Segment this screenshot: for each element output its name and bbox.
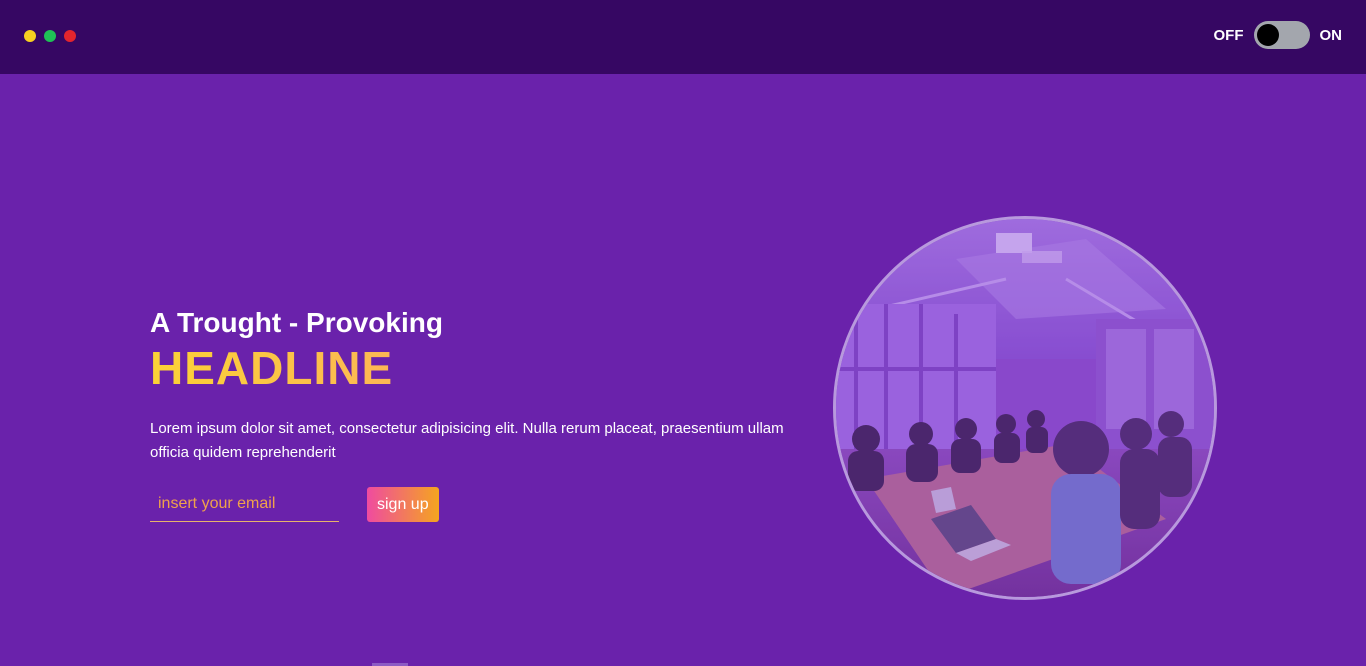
meeting-room-image [836,219,1214,597]
green-dot-icon[interactable] [44,30,56,42]
red-dot-icon[interactable] [64,30,76,42]
toggle-knob[interactable] [1256,24,1279,46]
email-input[interactable] [150,487,339,522]
top-bar: OFF ON [0,0,1366,74]
yellow-dot-icon[interactable] [24,30,36,42]
toggle-on-label: ON [1319,26,1343,44]
window-controls [24,30,76,42]
hero-content: A Trought - Provoking HEADLINE Lorem ips… [150,303,810,522]
meeting-photo [833,216,1217,600]
toggle-switch[interactable] [1253,21,1310,49]
toggle-off-label: OFF [1213,26,1244,44]
signup-form: sign up [150,487,810,522]
signup-button[interactable]: sign up [367,487,439,522]
theme-toggle: OFF ON [1213,21,1343,49]
hero-subheading: A Trought - Provoking [150,307,443,338]
hero-paragraph: Lorem ipsum dolor sit amet, consectetur … [150,420,784,461]
hero-headline: HEADLINE [150,343,810,393]
